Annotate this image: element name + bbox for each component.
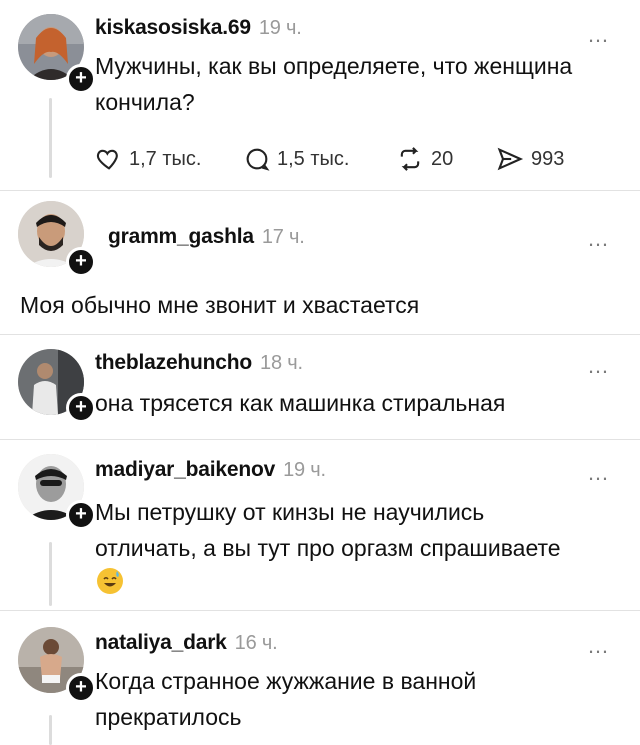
username[interactable]: kiskasosiska.69 19 ч. — [95, 16, 302, 40]
more-options-icon[interactable]: … — [587, 462, 610, 484]
post-text-line: Когда странное жужжание в ванной — [95, 668, 477, 694]
repost-button[interactable]: 20 — [395, 142, 453, 176]
username[interactable]: theblazehuncho 18 ч. — [95, 351, 303, 375]
follow-plus-icon[interactable]: + — [66, 500, 96, 530]
heart-icon — [96, 149, 118, 170]
comment-thread: + kiskasosiska.69 19 ч. … Мужчины, как вы… — [0, 0, 640, 745]
send-icon — [497, 147, 524, 171]
more-options-icon[interactable]: … — [587, 24, 610, 46]
follow-plus-icon[interactable]: + — [66, 64, 96, 94]
post-text: Моя обычно мне звонит и хвастается — [20, 287, 419, 323]
post-text: Мы петрушку от кинзы не научились отлича… — [95, 494, 561, 566]
thread-connector-line — [49, 98, 52, 178]
thread-post: + gramm_gashla 17 ч. … Моя обычно мне зво… — [0, 191, 640, 334]
reply-button[interactable]: 1,5 тыс. — [243, 142, 349, 176]
follow-plus-icon[interactable]: + — [66, 673, 96, 703]
post-text-line: кончила? — [95, 89, 195, 115]
thread-post: + madiyar_baikenov 19 ч. … Мы петрушку от… — [0, 440, 640, 610]
post-text-line: Моя обычно мне звонит и хвастается — [20, 292, 420, 318]
more-options-icon[interactable]: … — [587, 635, 610, 657]
like-button[interactable]: 1,7 тыс. — [95, 142, 201, 176]
post-text-line: Мужчины, как вы определяете, что женщина — [95, 53, 573, 79]
more-options-icon[interactable]: … — [587, 228, 610, 250]
repost-icon — [400, 147, 420, 171]
thread-post: + theblazehuncho 18 ч. … она трясется как… — [0, 335, 640, 439]
username[interactable]: nataliya_dark 16 ч. — [95, 631, 278, 655]
username-text[interactable]: theblazehuncho — [95, 351, 252, 374]
follow-plus-icon[interactable]: + — [66, 247, 96, 277]
post-text-line: она трясется как машинка стиральная — [95, 390, 506, 416]
like-count: 1,7 тыс. — [129, 147, 202, 170]
username-text[interactable]: madiyar_baikenov — [95, 458, 275, 481]
post-text: она трясется как машинка стиральная — [95, 385, 505, 421]
smiling-face-with-sweat-icon — [97, 568, 123, 594]
post-time: 19 ч. — [258, 17, 302, 39]
thread-connector-line — [49, 715, 52, 745]
username-text[interactable]: nataliya_dark — [95, 631, 227, 654]
reply-count: 1,5 тыс. — [277, 147, 350, 170]
username[interactable]: gramm_gashla 17 ч. — [108, 225, 305, 249]
username-text[interactable]: kiskasosiska.69 — [95, 16, 251, 39]
thread-post: + kiskasosiska.69 19 ч. … Мужчины, как вы… — [0, 0, 640, 190]
share-button[interactable]: 993 — [495, 142, 564, 176]
username-text[interactable]: gramm_gashla — [108, 225, 254, 248]
more-options-icon[interactable]: … — [587, 355, 610, 377]
username[interactable]: madiyar_baikenov 19 ч. — [95, 458, 326, 482]
comment-icon — [246, 148, 270, 171]
post-text-line: прекратилось — [95, 704, 242, 730]
post-time: 17 ч. — [261, 226, 305, 248]
post-time: 19 ч. — [283, 459, 326, 481]
thread-post: + nataliya_dark 16 ч. … Когда странное жу… — [0, 611, 640, 745]
post-time: 16 ч. — [234, 632, 278, 654]
post-text: Мужчины, как вы определяете, что женщина… — [95, 48, 572, 120]
post-actions: 1,7 тыс. 1,5 тыс. 20 993 — [95, 142, 615, 176]
follow-plus-icon[interactable]: + — [66, 393, 96, 423]
post-text-line: Мы петрушку от кинзы не научились — [95, 499, 485, 525]
post-text-line: отличать, а вы тут про оргазм спрашивает… — [95, 535, 561, 561]
post-text: Когда странное жужжание в ванной прекрат… — [95, 663, 476, 735]
thread-connector-line — [49, 542, 52, 606]
post-time: 18 ч. — [260, 352, 303, 374]
share-count: 993 — [531, 147, 565, 170]
repost-count: 20 — [431, 147, 454, 170]
